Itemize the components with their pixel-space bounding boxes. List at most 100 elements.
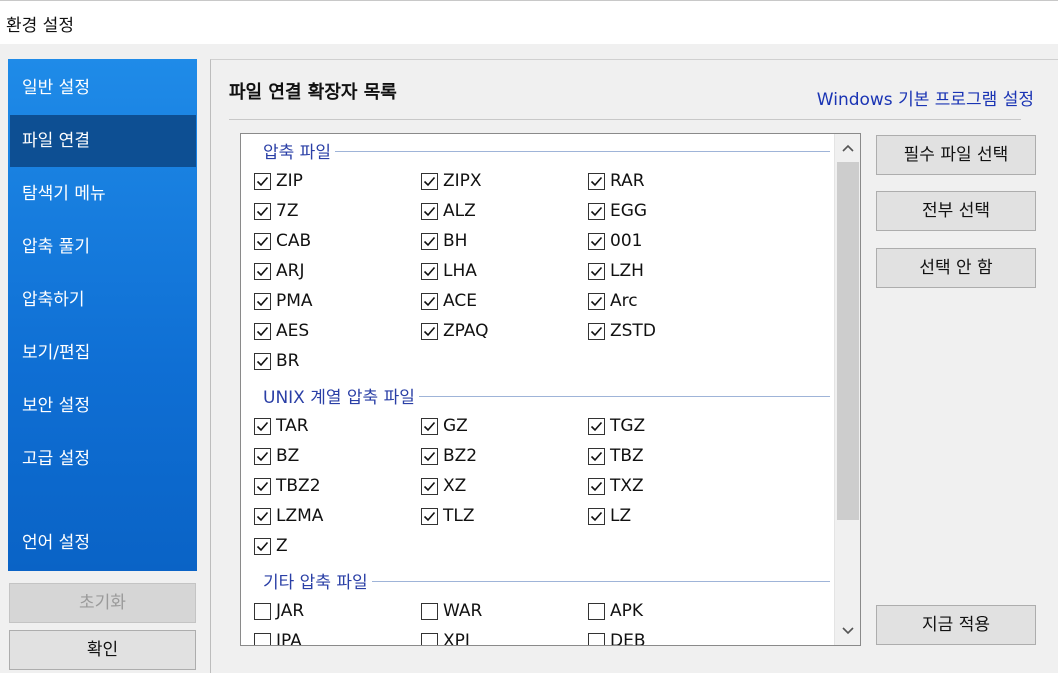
extension-checkbox[interactable]: Z (254, 534, 288, 558)
sidebar-item-compress[interactable]: 압축하기 (8, 274, 197, 326)
extension-checkbox[interactable]: EGG (588, 199, 647, 223)
extension-checkbox[interactable]: TBZ (588, 444, 644, 468)
checkmark-icon[interactable] (254, 537, 271, 555)
checkmark-icon[interactable] (588, 477, 605, 495)
apply-now-button[interactable]: 지금 적용 (876, 605, 1036, 645)
ok-button[interactable]: 확인 (9, 630, 196, 670)
checkmark-icon[interactable] (421, 262, 438, 280)
checkmark-icon[interactable] (588, 172, 605, 190)
extension-checkbox[interactable]: XPI (421, 629, 470, 645)
checkmark-icon[interactable] (254, 292, 271, 310)
extension-checkbox[interactable]: BR (254, 349, 299, 373)
checkmark-icon[interactable] (588, 262, 605, 280)
checkbox-empty-icon[interactable] (588, 632, 605, 645)
checkmark-icon[interactable] (588, 447, 605, 465)
extension-checkbox[interactable]: ZIPX (421, 169, 482, 193)
extension-checkbox[interactable]: JAR (254, 599, 304, 623)
checkmark-icon[interactable] (421, 172, 438, 190)
checkmark-icon[interactable] (254, 262, 271, 280)
checkbox-empty-icon[interactable] (588, 602, 605, 620)
select-required-button[interactable]: 필수 파일 선택 (876, 135, 1036, 175)
extension-checkbox[interactable]: ACE (421, 289, 477, 313)
scrollbar-thumb[interactable] (837, 162, 859, 520)
checkbox-empty-icon[interactable] (254, 632, 271, 645)
extension-checkbox[interactable]: BZ2 (421, 444, 477, 468)
extension-checkbox[interactable]: APK (588, 599, 643, 623)
extension-checkbox[interactable]: LHA (421, 259, 477, 283)
vertical-scrollbar[interactable] (834, 134, 860, 645)
checkmark-icon[interactable] (254, 322, 271, 340)
extension-checkbox[interactable]: PMA (254, 289, 313, 313)
extension-checkbox[interactable]: BZ (254, 444, 299, 468)
windows-default-programs-link[interactable]: Windows 기본 프로그램 설정 (817, 85, 1034, 110)
group-header: 압축 파일 (263, 138, 335, 163)
extension-checkbox[interactable]: LZH (588, 259, 644, 283)
checkmark-icon[interactable] (254, 172, 271, 190)
checkmark-icon[interactable] (254, 202, 271, 220)
chevron-down-icon[interactable] (835, 617, 860, 643)
checkmark-icon[interactable] (588, 322, 605, 340)
extension-label: BH (443, 231, 468, 251)
extension-checkbox[interactable]: 7Z (254, 199, 298, 223)
extension-checkbox[interactable]: TAR (254, 414, 309, 438)
checkmark-icon[interactable] (421, 507, 438, 525)
reset-button[interactable]: 초기화 (9, 583, 196, 623)
checkmark-icon[interactable] (421, 447, 438, 465)
extension-checkbox[interactable]: 001 (588, 229, 642, 253)
extension-checkbox[interactable]: CAB (254, 229, 311, 253)
extension-checkbox[interactable]: BH (421, 229, 467, 253)
extension-checkbox[interactable]: IPA (254, 629, 302, 646)
checkmark-icon[interactable] (254, 507, 271, 525)
extension-checkbox[interactable]: TXZ (588, 474, 644, 498)
checkmark-icon[interactable] (254, 352, 271, 370)
extension-checkbox[interactable]: AES (254, 319, 309, 343)
checkmark-icon[interactable] (588, 202, 605, 220)
checkmark-icon[interactable] (254, 232, 271, 250)
checkbox-empty-icon[interactable] (421, 632, 438, 645)
extension-checkbox[interactable]: RAR (588, 169, 645, 193)
select-all-button[interactable]: 전부 선택 (876, 191, 1036, 231)
extension-checkbox[interactable]: LZMA (254, 504, 323, 528)
extension-list[interactable]: 압축 파일 ZIP ZIPX RAR 7Z ALZ EGG CAB BH 001 ARJ LHA LZH… (240, 133, 861, 646)
checkmark-icon[interactable] (588, 292, 605, 310)
sidebar-item-general[interactable]: 일반 설정 (8, 62, 197, 114)
extension-checkbox[interactable]: ARJ (254, 259, 304, 283)
checkmark-icon[interactable] (254, 417, 271, 435)
extension-checkbox[interactable]: WAR (421, 599, 482, 623)
checkmark-icon[interactable] (421, 477, 438, 495)
sidebar-item-extract[interactable]: 압축 풀기 (8, 221, 197, 273)
chevron-up-icon[interactable] (835, 136, 860, 162)
checkmark-icon[interactable] (254, 447, 271, 465)
checkbox-empty-icon[interactable] (254, 602, 271, 620)
extension-checkbox[interactable]: LZ (588, 504, 631, 528)
sidebar-item-view-edit[interactable]: 보기/편집 (8, 327, 197, 379)
checkmark-icon[interactable] (421, 417, 438, 435)
extension-checkbox[interactable]: GZ (421, 414, 468, 438)
extension-checkbox[interactable]: DEB (588, 629, 646, 645)
extension-checkbox[interactable]: Arc (588, 289, 638, 313)
extension-checkbox[interactable]: TGZ (588, 414, 645, 438)
extension-checkbox[interactable]: TBZ2 (254, 474, 321, 498)
checkmark-icon[interactable] (421, 292, 438, 310)
checkmark-icon[interactable] (421, 232, 438, 250)
select-none-button[interactable]: 선택 안 함 (876, 248, 1036, 288)
checkmark-icon[interactable] (421, 202, 438, 220)
extension-checkbox[interactable]: ZSTD (588, 319, 656, 343)
checkmark-icon[interactable] (588, 232, 605, 250)
checkbox-empty-icon[interactable] (421, 602, 438, 620)
sidebar-item-language[interactable]: 언어 설정 (8, 517, 197, 569)
extension-checkbox[interactable]: ZPAQ (421, 319, 489, 343)
checkmark-icon[interactable] (588, 417, 605, 435)
extension-checkbox[interactable]: XZ (421, 474, 466, 498)
extension-checkbox[interactable]: TLZ (421, 504, 475, 528)
checkmark-icon[interactable] (588, 507, 605, 525)
extension-checkbox[interactable]: ZIP (254, 169, 303, 193)
sidebar-item-advanced[interactable]: 고급 설정 (8, 433, 197, 485)
sidebar-item-file-association[interactable]: 파일 연결 (10, 115, 196, 167)
checkmark-icon[interactable] (254, 477, 271, 495)
extension-checkbox[interactable]: ALZ (421, 199, 476, 223)
extension-label: IPA (276, 631, 302, 646)
sidebar-item-security[interactable]: 보안 설정 (8, 380, 197, 432)
checkmark-icon[interactable] (421, 322, 438, 340)
sidebar-item-explorer-menu[interactable]: 탐색기 메뉴 (8, 168, 197, 220)
